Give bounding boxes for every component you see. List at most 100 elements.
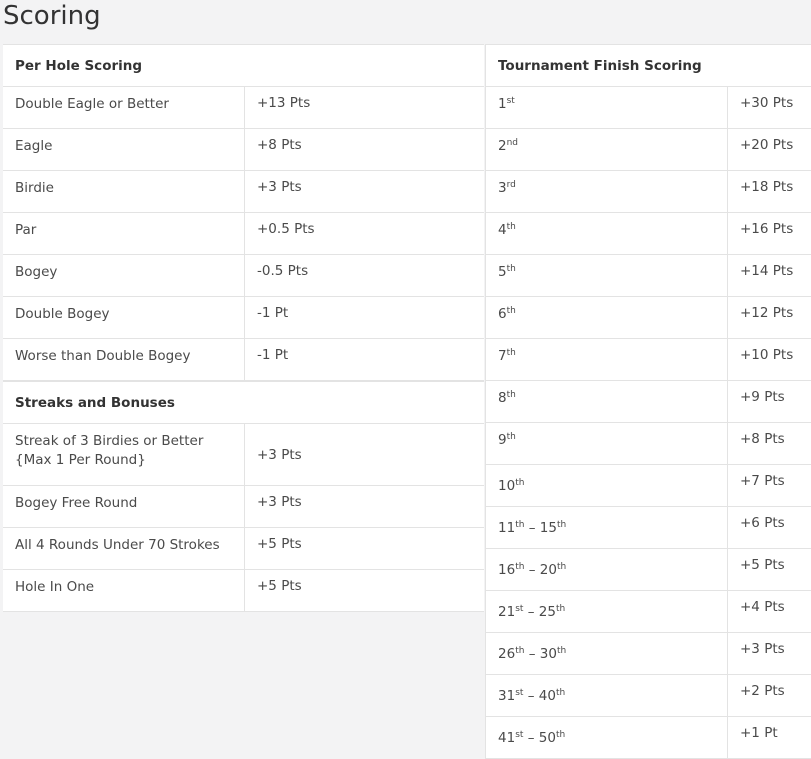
position-suffix: th: [555, 688, 566, 698]
position-suffix: th: [506, 390, 516, 400]
position-number: 50: [538, 730, 556, 746]
table-row: 11th – 15th +6 Pts: [486, 507, 811, 549]
row-points: +5 Pts: [727, 549, 811, 590]
table-row: Bogey Free Round +3 Pts: [3, 486, 484, 528]
table-row: Streak of 3 Birdies or Better {Max 1 Per…: [3, 424, 484, 486]
row-points: +20 Pts: [727, 129, 811, 170]
table-row: 1st +30 Pts: [486, 87, 811, 129]
finish-position-text: 2nd: [498, 137, 518, 156]
finish-position: 26th – 30th: [486, 633, 727, 674]
finish-position-text: 10th: [498, 473, 524, 496]
table-row: 16th – 20th +5 Pts: [486, 549, 811, 591]
range-separator: –: [524, 562, 540, 578]
table-row: Double Eagle or Better +13 Pts: [3, 87, 484, 129]
table-row: All 4 Rounds Under 70 Strokes +5 Pts: [3, 528, 484, 570]
row-points: +13 Pts: [244, 87, 484, 128]
finish-position: 6th: [486, 297, 727, 338]
finish-position-text: 31st – 40th: [498, 683, 565, 706]
range-separator: –: [523, 688, 539, 704]
table-row: Birdie +3 Pts: [3, 171, 484, 213]
finish-position-text: 16th – 20th: [498, 557, 566, 580]
position-suffix: th: [506, 348, 516, 358]
table-row: 6th +12 Pts: [486, 297, 811, 339]
row-label: Hole In One: [15, 579, 95, 595]
table-row: 10th +7 Pts: [486, 465, 811, 507]
row-points: -1 Pt: [244, 339, 484, 380]
finish-position: 5th: [486, 255, 727, 296]
position-number: 40: [538, 688, 556, 704]
row-label: Par: [15, 222, 37, 238]
finish-position: 3rd: [486, 171, 727, 212]
position-number: 5: [498, 264, 507, 280]
position-number: 2: [498, 138, 507, 154]
table-row: 4th +16 Pts: [486, 213, 811, 255]
position-suffix: th: [515, 478, 525, 488]
position-suffix: st: [506, 96, 515, 106]
position-suffix: th: [506, 264, 516, 274]
position-number: 21: [498, 604, 516, 620]
range-separator: –: [523, 730, 539, 746]
row-points: +3 Pts: [244, 171, 484, 212]
position-number: 31: [498, 688, 516, 704]
row-points: +1 Pt: [727, 717, 811, 758]
finish-position-text: 8th: [498, 389, 516, 408]
table-row: Worse than Double Bogey -1 Pt: [3, 339, 484, 381]
position-number: 11: [498, 520, 516, 536]
finish-position: 8th: [486, 381, 727, 422]
position-number: 3: [498, 180, 507, 196]
table-row: Bogey -0.5 Pts: [3, 255, 484, 297]
table-row: Hole In One +5 Pts: [3, 570, 484, 612]
row-points: -0.5 Pts: [244, 255, 484, 296]
finish-position: 4th: [486, 213, 727, 254]
position-number: 15: [539, 520, 557, 536]
range-separator: –: [523, 604, 539, 620]
row-points: +4 Pts: [727, 591, 811, 632]
row-label-line: {Max 1 Per Round}: [15, 452, 146, 468]
position-suffix: th: [556, 520, 567, 530]
table-row: 2nd +20 Pts: [486, 129, 811, 171]
position-number: 8: [498, 390, 507, 406]
row-points: +2 Pts: [727, 675, 811, 716]
position-number: 16: [498, 562, 516, 578]
position-number: 30: [539, 646, 557, 662]
row-points: +6 Pts: [727, 507, 811, 548]
row-points: +5 Pts: [244, 570, 484, 611]
row-points: +3 Pts: [244, 424, 484, 485]
position-number: 20: [539, 562, 557, 578]
position-number: 4: [498, 222, 507, 238]
finish-position: 9th: [486, 423, 727, 464]
finish-position-text: 26th – 30th: [498, 641, 566, 664]
position-suffix: th: [556, 562, 567, 572]
finish-position: 1st: [486, 87, 727, 128]
finish-position-text: 7th: [498, 347, 516, 366]
position-suffix: nd: [506, 138, 519, 148]
finish-position-text: 5th: [498, 263, 516, 282]
finish-position-text: 4th: [498, 221, 516, 240]
row-points: +8 Pts: [727, 423, 811, 464]
row-points: +3 Pts: [727, 633, 811, 674]
finish-position: 16th – 20th: [486, 549, 727, 590]
tournament-header: Tournament Finish Scoring: [486, 45, 811, 87]
row-points: +14 Pts: [727, 255, 811, 296]
finish-position-text: 9th: [498, 431, 516, 450]
position-suffix: th: [506, 306, 516, 316]
table-row: 5th +14 Pts: [486, 255, 811, 297]
range-separator: –: [524, 520, 540, 536]
range-separator: –: [524, 646, 540, 662]
row-points: +12 Pts: [727, 297, 811, 338]
table-row: Eagle +8 Pts: [3, 129, 484, 171]
finish-position-text: 1st: [498, 95, 515, 114]
finish-position: 31st – 40th: [486, 675, 727, 716]
row-label: Eagle: [15, 138, 53, 154]
row-points: +8 Pts: [244, 129, 484, 170]
table-row: 31st – 40th +2 Pts: [486, 675, 811, 717]
finish-position-text: 41st – 50th: [498, 725, 565, 748]
finish-position-text: 21st – 25th: [498, 599, 565, 622]
table-row: 21st – 25th +4 Pts: [486, 591, 811, 633]
position-number: 10: [498, 478, 516, 494]
finish-position: 10th: [486, 465, 727, 506]
position-number: 26: [498, 646, 516, 662]
position-number: 6: [498, 306, 507, 322]
position-suffix: th: [556, 646, 567, 656]
tournament-finish-panel: Tournament Finish Scoring 1st +30 Pts 2nd +…: [485, 44, 811, 759]
